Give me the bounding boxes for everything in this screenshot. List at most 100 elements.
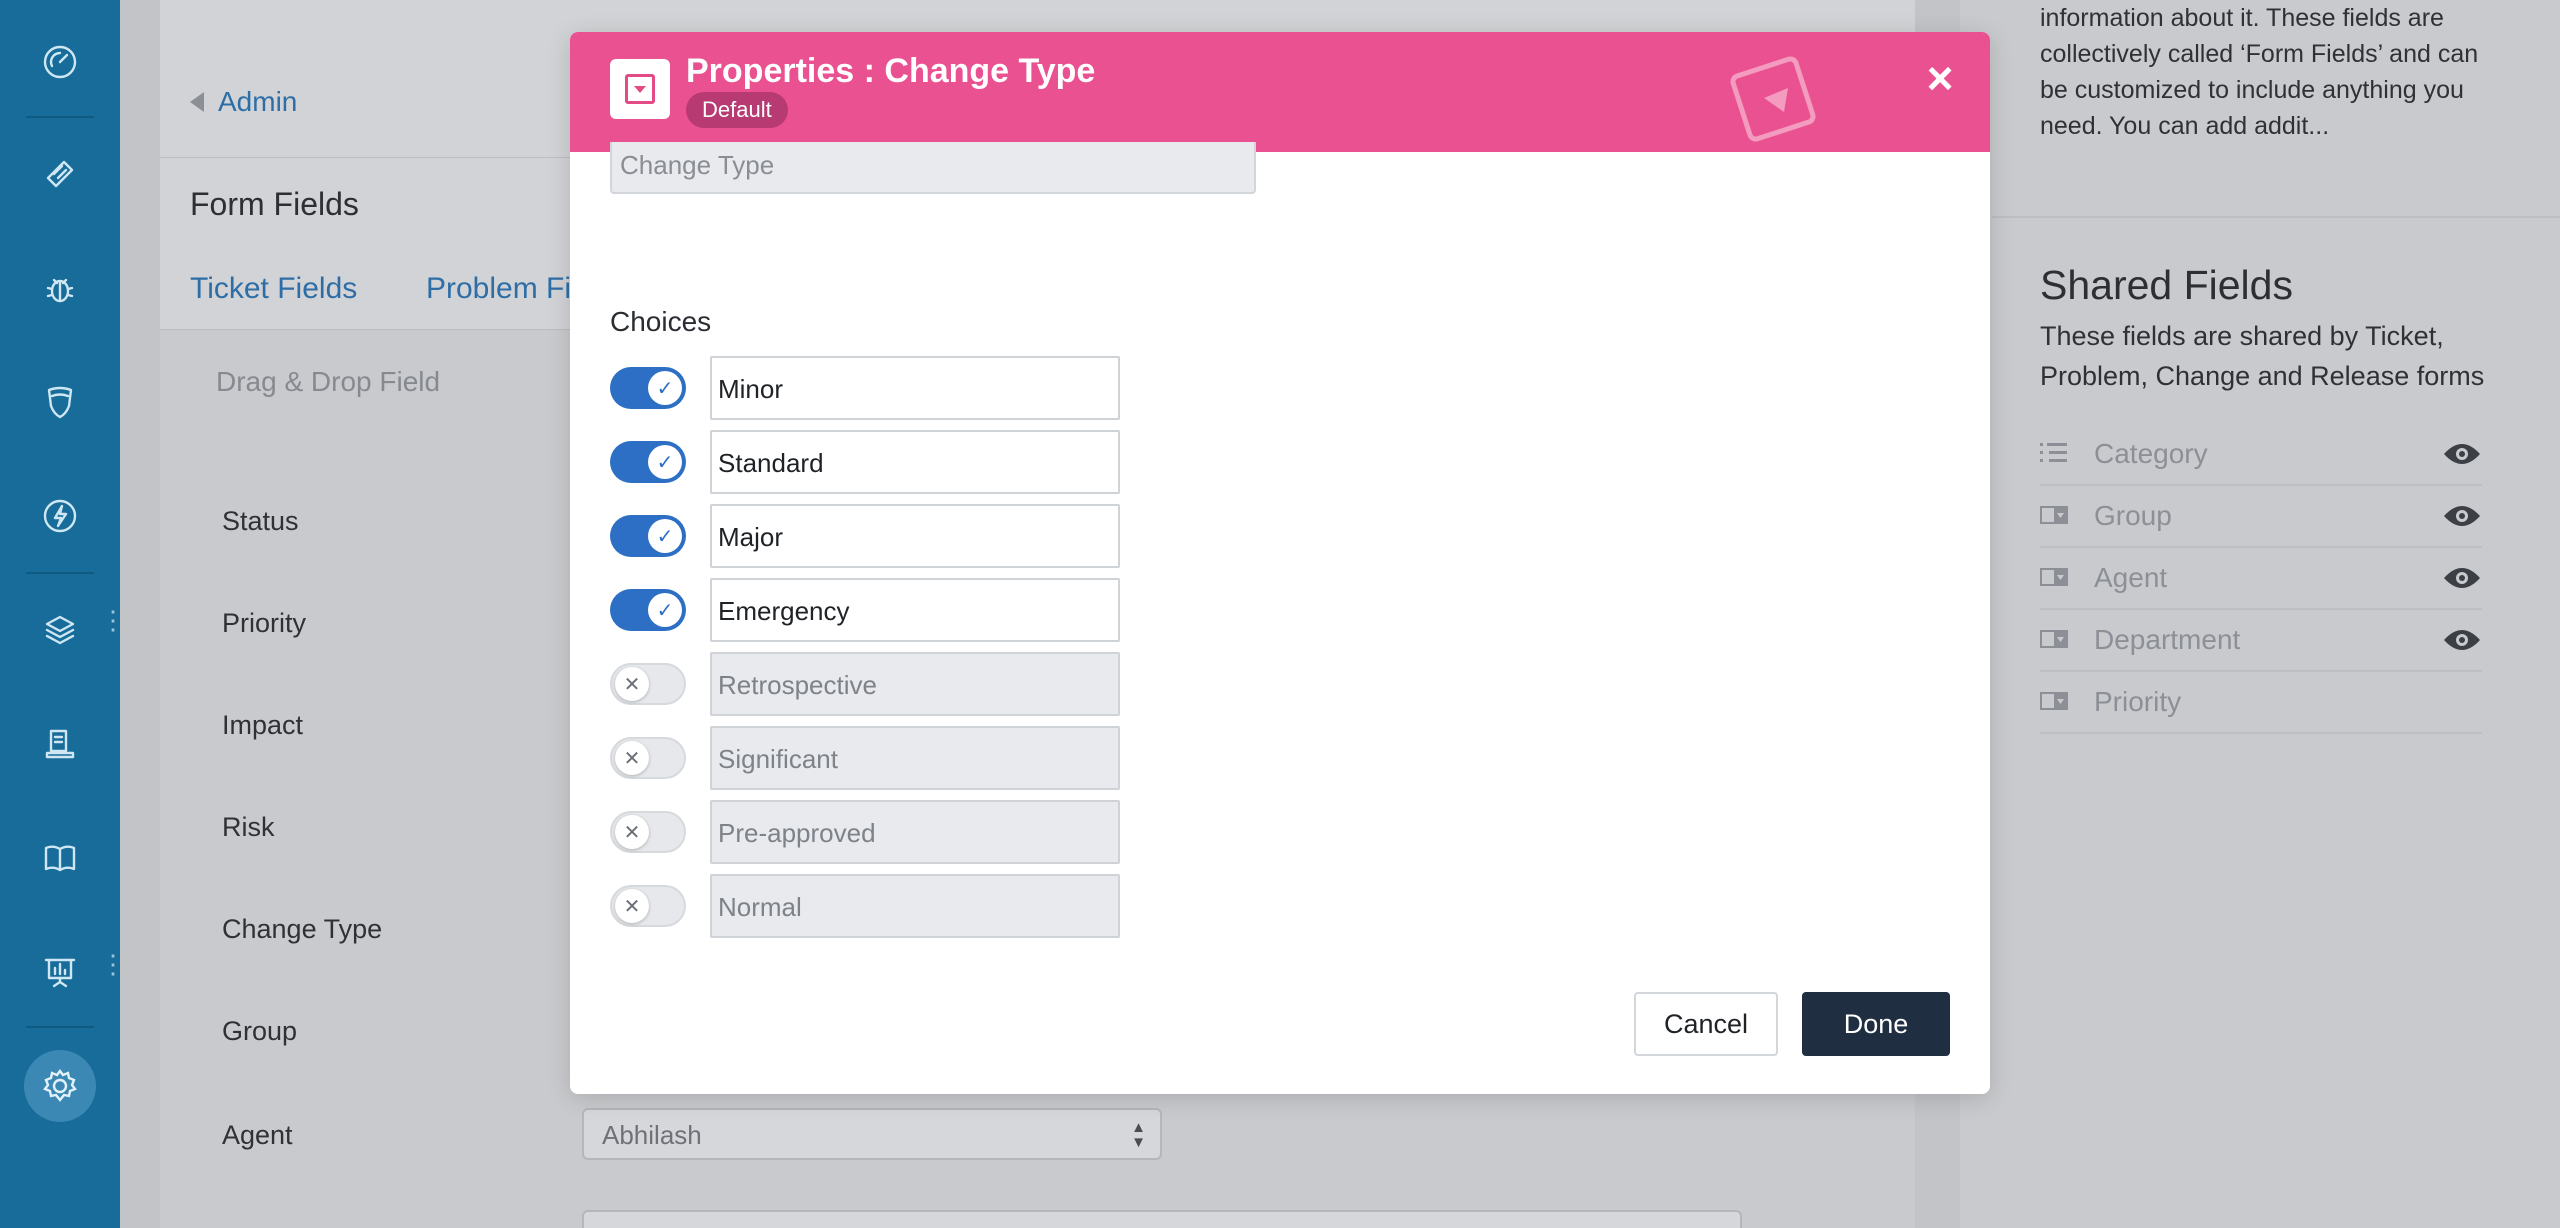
shield-icon[interactable] <box>34 376 86 428</box>
ticket-icon[interactable] <box>34 148 86 200</box>
choice-row-normal: ✕ Normal <box>610 874 1130 938</box>
field-label-input[interactable]: Change Type <box>610 142 1256 194</box>
eye-icon[interactable] <box>2442 626 2482 654</box>
field-label-risk[interactable]: Risk <box>222 812 275 843</box>
choice-toggle[interactable]: ✓ <box>610 589 686 631</box>
choice-row-significant: ✕ Significant <box>610 726 1130 790</box>
field-label-change-type[interactable]: Change Type <box>222 914 382 945</box>
shared-field-label: Department <box>2094 624 2241 655</box>
modal-title: Properties : Change Type <box>686 52 1096 90</box>
nav-separator <box>26 572 94 574</box>
page-gutter <box>120 0 160 1228</box>
choice-row-major: ✓ Major <box>610 504 1130 568</box>
choice-toggle[interactable]: ✓ <box>610 441 686 483</box>
eye-icon[interactable] <box>2442 502 2482 530</box>
check-icon: ✓ <box>648 519 682 553</box>
shared-field-label: Category <box>2094 438 2208 469</box>
left-sidebar: ⋮ ⋮ <box>0 0 126 1228</box>
x-icon: ✕ <box>615 815 649 849</box>
layers-icon[interactable] <box>34 604 86 656</box>
field-label-status[interactable]: Status <box>222 506 299 537</box>
choice-input[interactable]: Standard <box>710 430 1120 494</box>
x-icon: ✕ <box>615 889 649 923</box>
choices-heading: Choices <box>610 306 712 337</box>
choice-input[interactable]: Pre-approved <box>710 800 1120 864</box>
shared-field-group[interactable]: Group <box>2040 486 2482 548</box>
dropdown-icon <box>2040 506 2068 524</box>
dropdown-icon <box>2040 692 2068 710</box>
reports-icon[interactable] <box>34 946 86 998</box>
modal-header: Properties : Change Type Default × <box>570 32 1990 152</box>
choice-input[interactable]: Normal <box>710 874 1120 938</box>
choice-row-minor: ✓ Minor <box>610 356 1130 420</box>
choice-row-pre-approved: ✕ Pre-approved <box>610 800 1130 864</box>
choice-toggle[interactable]: ✕ <box>610 811 686 853</box>
help-text: information about it. These fields are c… <box>2040 4 2479 140</box>
choice-toggle[interactable]: ✕ <box>610 737 686 779</box>
shared-field-agent[interactable]: Agent <box>2040 548 2482 610</box>
shared-field-label: Agent <box>2094 562 2168 593</box>
shared-field-priority[interactable]: Priority <box>2040 672 2482 734</box>
nav-separator <box>26 116 94 118</box>
dropdown-icon <box>2040 568 2068 586</box>
tab-problem-fields[interactable]: Problem Fi <box>426 272 571 306</box>
eye-icon[interactable] <box>2442 564 2482 592</box>
cancel-button[interactable]: Cancel <box>1634 992 1778 1056</box>
field-label-group[interactable]: Group <box>222 1016 297 1047</box>
list-icon <box>2040 443 2067 462</box>
choice-row-retrospective: ✕ Retrospective <box>610 652 1130 716</box>
release-icon[interactable] <box>34 718 86 770</box>
field-label-agent[interactable]: Agent <box>222 1120 293 1151</box>
choice-input[interactable]: Significant <box>710 726 1120 790</box>
dropdown-icon <box>2040 630 2068 648</box>
shared-fields-title: Shared Fields <box>2040 262 2293 308</box>
description-field[interactable] <box>582 1210 1742 1228</box>
agent-select[interactable]: Abhilash ▲ ▼ <box>582 1108 1162 1160</box>
close-button[interactable]: × <box>1916 54 1964 102</box>
check-icon: ✓ <box>648 371 682 405</box>
select-arrows-icon: ▲ ▼ <box>1131 1119 1146 1151</box>
done-button[interactable]: Done <box>1802 992 1950 1056</box>
lightning-icon[interactable] <box>34 490 86 542</box>
dashboard-icon[interactable] <box>34 36 86 88</box>
choice-row-standard: ✓ Standard <box>610 430 1130 494</box>
shared-field-department[interactable]: Department <box>2040 610 2482 672</box>
breadcrumb-admin-link[interactable]: Admin <box>190 86 297 118</box>
choice-toggle[interactable]: ✕ <box>610 663 686 705</box>
choice-toggle[interactable]: ✓ <box>610 367 686 409</box>
book-icon[interactable] <box>34 832 86 884</box>
dropdown-field-icon <box>610 59 670 119</box>
reports-more-icon[interactable]: ⋮ <box>100 951 126 977</box>
check-icon: ✓ <box>648 593 682 627</box>
breadcrumb-admin-label: Admin <box>218 86 298 117</box>
dropdown-watermark-icon <box>1730 56 1816 142</box>
field-label-priority[interactable]: Priority <box>222 608 306 639</box>
choice-input[interactable]: Minor <box>710 356 1120 420</box>
back-arrow-icon <box>190 92 204 112</box>
choice-toggle[interactable]: ✕ <box>610 885 686 927</box>
shared-field-category[interactable]: Category <box>2040 424 2482 486</box>
shared-fields-description: These fields are shared by Ticket, Probl… <box>2040 321 2485 391</box>
page-title: Form Fields <box>190 186 359 222</box>
agent-select-value: Abhilash <box>602 1120 702 1150</box>
x-icon: ✕ <box>615 667 649 701</box>
choice-input[interactable]: Major <box>710 504 1120 568</box>
bug-icon[interactable] <box>34 262 86 314</box>
drag-drop-hint: Drag & Drop Field <box>216 366 441 397</box>
settings-icon[interactable] <box>24 1050 96 1122</box>
choice-input[interactable]: Retrospective <box>710 652 1120 716</box>
layers-more-icon[interactable]: ⋮ <box>100 607 126 633</box>
properties-modal: Properties : Change Type Default × Chang… <box>570 32 1990 1094</box>
choice-input[interactable]: Emergency <box>710 578 1120 642</box>
shared-field-label: Priority <box>2094 686 2182 717</box>
nav-separator <box>26 1026 94 1028</box>
x-icon: ✕ <box>615 741 649 775</box>
check-icon: ✓ <box>648 445 682 479</box>
eye-icon[interactable] <box>2442 440 2482 468</box>
tab-ticket-fields[interactable]: Ticket Fields <box>190 272 357 306</box>
default-badge: Default <box>686 92 788 128</box>
shared-field-label: Group <box>2094 500 2172 531</box>
choice-toggle[interactable]: ✓ <box>610 515 686 557</box>
choice-row-emergency: ✓ Emergency <box>610 578 1130 642</box>
field-label-impact[interactable]: Impact <box>222 710 303 741</box>
